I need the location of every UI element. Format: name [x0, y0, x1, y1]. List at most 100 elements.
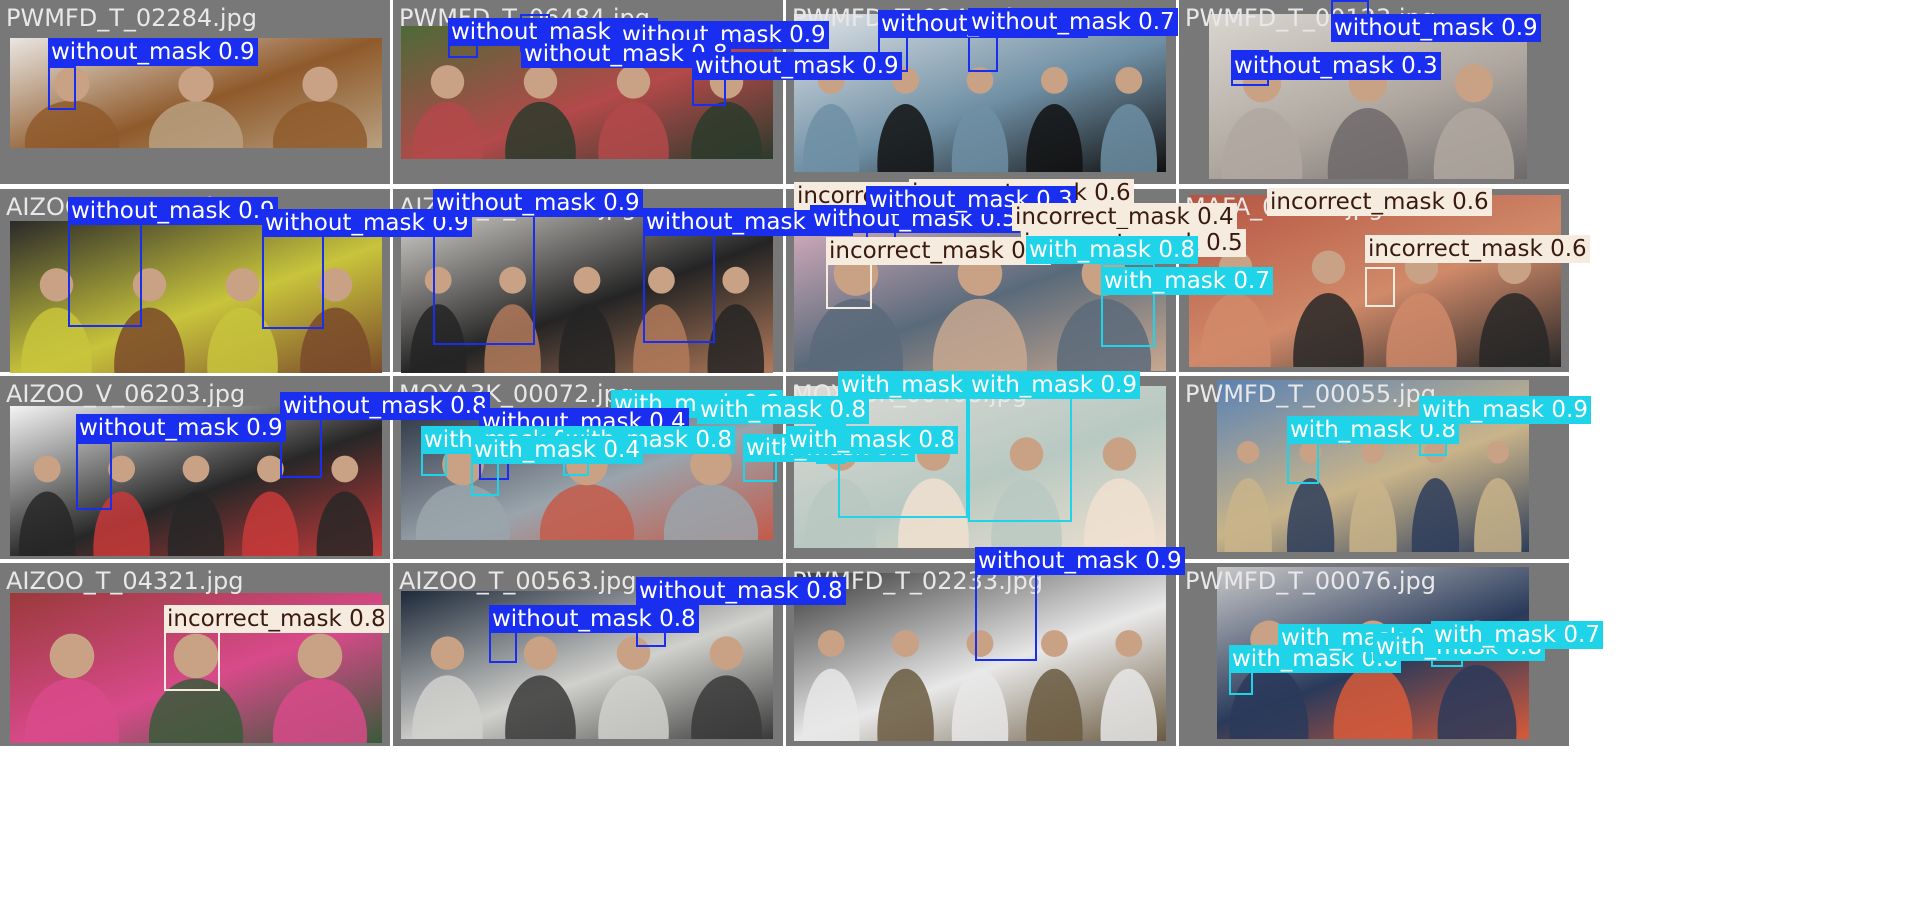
person-head-shape [178, 66, 214, 102]
person-body-shape [18, 491, 76, 556]
detection-label: incorrect_mask 0.4 [1012, 203, 1237, 231]
person-body-shape [598, 675, 669, 739]
mosaic-tile: AIZOO_T_00143.jpgwithout_mask 0.9without… [0, 189, 472, 373]
person-head-shape [49, 633, 95, 679]
person-body-shape [1200, 293, 1271, 367]
person-head-shape [1236, 441, 1260, 464]
person-head-shape [1115, 66, 1143, 94]
mosaic-tile: PWMFD_T_00055.jpg with_mask 0.8 with_mask … [1179, 376, 1591, 559]
person-body-shape [242, 491, 299, 556]
person-body-shape [1293, 293, 1364, 367]
mosaic-tile: PWMFD_T_02284.jpg without_mask 0.9 [0, 0, 390, 184]
person-body-shape [272, 678, 368, 743]
mosaic-tile: PWMFD_T_02484.jpgwithout_mask 0.8without… [786, 0, 1178, 184]
person-head-shape [225, 268, 260, 302]
detection-label: incorrect_mask 0.6 [1365, 235, 1590, 263]
mosaic-tile: PWMFD_T_00123.jpg without_mask 0.9 without… [1179, 0, 1569, 184]
detection-photo [10, 221, 382, 373]
detection-box [164, 629, 220, 691]
person-body-shape [691, 675, 762, 739]
person-body-shape [1411, 478, 1460, 552]
person-body-shape [558, 304, 616, 373]
person-body-shape [167, 491, 225, 556]
mosaic-tile: AIZOO_T_00563.jpg without_mask 0.8 without… [393, 563, 846, 746]
person-body-shape [663, 484, 759, 540]
detection-label: incorrect_mask 0.6 [1267, 188, 1492, 216]
person-body-shape [148, 100, 244, 148]
person-head-shape [892, 630, 919, 657]
mosaic-tile: AIZOO_V_06203.jpg without_mask 0.8 without… [0, 376, 490, 559]
detection-label: with_mask 0.4 [471, 436, 643, 464]
detection-label: with_mask 0.8 [697, 396, 869, 424]
person-body-shape [412, 675, 483, 739]
detection-label: without_mask 0.8 [280, 392, 490, 420]
person-body-shape [1474, 478, 1522, 552]
person-body-shape [1084, 478, 1155, 548]
person-body-shape [951, 104, 1009, 172]
person-body-shape [1386, 293, 1457, 367]
person-head-shape [331, 455, 359, 483]
person-body-shape [539, 484, 635, 540]
image-filename: AIZOO_V_06203.jpg [6, 380, 246, 408]
person-body-shape [1100, 668, 1158, 741]
detection-label: with_mask 0.7 [1431, 621, 1603, 649]
detection-box [968, 386, 1072, 522]
person-body-shape [707, 304, 765, 373]
person-body-shape [802, 104, 860, 172]
person-head-shape [709, 636, 744, 670]
detection-box [68, 221, 142, 327]
person-body-shape [505, 675, 576, 739]
image-filename: PWMFD_T_00055.jpg [1185, 380, 1436, 408]
person-head-shape [108, 455, 135, 483]
detection-label: without_mask 0.9 [76, 414, 286, 442]
detection-box [262, 223, 324, 329]
detection-label: with_mask 0.8 [1026, 236, 1198, 264]
detection-box [48, 66, 76, 110]
detection-label: with_mask 0.7 [1101, 267, 1273, 295]
person-head-shape [1041, 66, 1068, 94]
person-body-shape [1327, 108, 1409, 179]
detection-box [76, 442, 112, 510]
detection-label: with_mask 0.8 [786, 426, 958, 454]
person-head-shape [297, 633, 343, 679]
detection-mosaic: PWMFD_T_02284.jpgwithout_mask 0.9 PWMFD_T… [0, 0, 1920, 916]
mosaic-tile: MAFA_01432.jpgincorrect_mask 0.6incorrec… [786, 179, 1273, 372]
person-head-shape [302, 66, 338, 102]
person-head-shape [1102, 437, 1137, 471]
person-body-shape [808, 298, 904, 371]
person-body-shape [1433, 108, 1515, 179]
person-body-shape [1349, 478, 1397, 552]
detection-label: without_mask 0.8 [489, 605, 699, 633]
person-body-shape [951, 668, 1009, 741]
detection-label: without_mask 0.8 [636, 577, 846, 605]
person-body-shape [505, 101, 576, 159]
person-head-shape [1454, 64, 1494, 103]
detection-label: without_mask 0.9 [975, 547, 1185, 575]
person-body-shape [272, 100, 368, 148]
person-body-shape [1333, 665, 1413, 739]
person-head-shape [722, 266, 750, 294]
detection-box [975, 563, 1037, 661]
person-body-shape [1026, 668, 1083, 741]
detection-label: without_mask 0.9 [692, 52, 902, 80]
person-body-shape [691, 101, 762, 159]
person-body-shape [598, 101, 669, 159]
detection-label: incorrect_mask 0.8 [164, 605, 389, 633]
person-head-shape [430, 65, 465, 99]
person-body-shape [877, 668, 934, 741]
mosaic-tile: AIZOO_T_00212.jpgwithout_mask 0.9without… [393, 189, 853, 373]
person-head-shape [1361, 441, 1385, 464]
detection-label: without_mask 0.7 [968, 8, 1178, 36]
person-head-shape [616, 65, 651, 99]
image-filename: AIZOO_T_00563.jpg [399, 567, 637, 595]
detection-label: without_mask 0.3 [1231, 52, 1441, 80]
mosaic-tile: AIZOO_T_04321.jpg incorrect_mask 0.8 [0, 563, 390, 746]
detection-label: without_mask 0.9 [48, 38, 258, 66]
detection-box [280, 410, 322, 478]
person-body-shape [316, 491, 374, 556]
person-body-shape [877, 104, 934, 172]
person-head-shape [1041, 630, 1068, 657]
detection-box [643, 233, 715, 343]
person-head-shape [182, 455, 210, 483]
detection-label: with_mask 0.9 [968, 371, 1140, 399]
